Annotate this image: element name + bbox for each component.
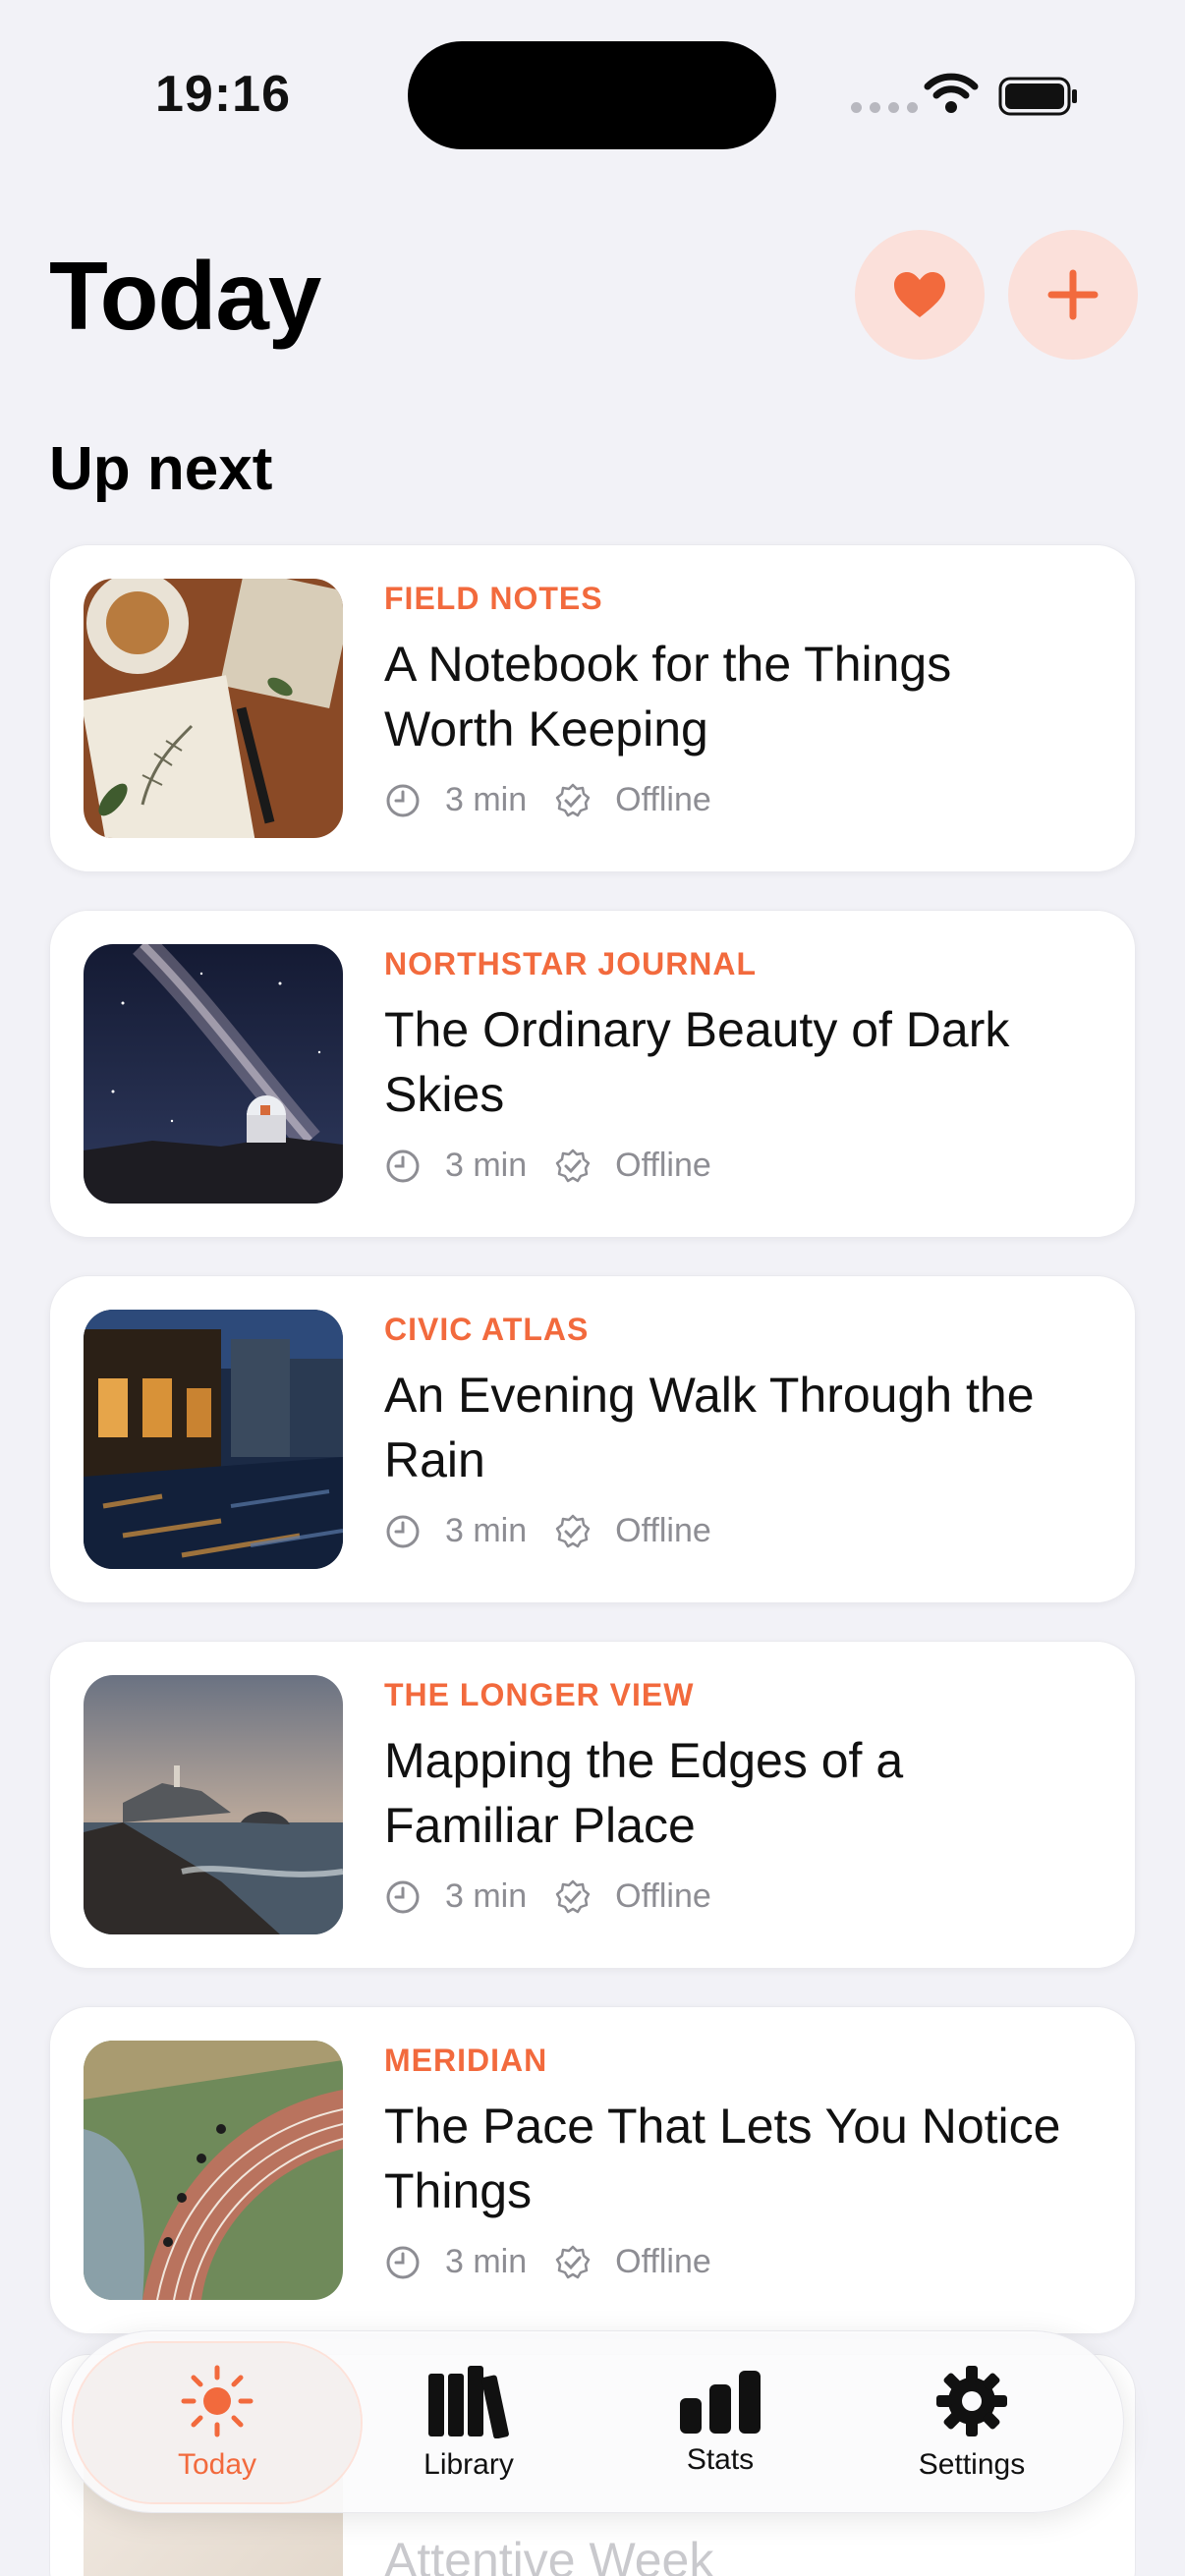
article-title: A Notebook for the Things Worth Keeping (384, 637, 952, 756)
tab-label: Library (423, 2448, 514, 2481)
article-card[interactable]: CIVIC ATLAS An Evening Walk Through the … (49, 1275, 1136, 1603)
article-status: Offline (615, 1147, 711, 1184)
clock-icon (386, 784, 420, 816)
article-thumbnail (84, 944, 343, 1204)
article-title: The Ordinary Beauty of Dark Skies (384, 1002, 1010, 1122)
tab-library[interactable]: Library (325, 2343, 612, 2502)
article-meta: 3 min Offline (384, 1147, 739, 1185)
article-duration: 3 min (445, 1147, 528, 1184)
add-button[interactable] (1008, 230, 1138, 360)
wifi-icon (924, 73, 979, 113)
tab-label: Settings (918, 2448, 1026, 2481)
article-source: FIELD NOTES (384, 581, 603, 616)
article-card[interactable]: MERIDIAN The Pace That Lets You Notice T… (49, 2006, 1136, 2334)
article-card[interactable]: NORTHSTAR JOURNAL The Ordinary Beauty of… (49, 910, 1136, 1238)
article-status: Offline (615, 1877, 711, 1915)
offline-badge-icon (555, 1148, 591, 1182)
article-source: NORTHSTAR JOURNAL (384, 946, 758, 981)
article-title: An Evening Walk Through the Rain (384, 1368, 1035, 1487)
article-thumbnail (84, 2041, 343, 2300)
article-meta: 3 min Offline (384, 1877, 739, 1916)
article-thumbnail (84, 1675, 343, 1934)
article-status: Offline (615, 781, 711, 818)
article-source: THE LONGER VIEW (384, 1677, 695, 1712)
offline-badge-icon (555, 1879, 591, 1913)
cellular-signal-icon (851, 102, 918, 113)
tab-settings[interactable]: Settings (828, 2343, 1115, 2502)
article-duration: 3 min (445, 781, 528, 818)
sun-icon (181, 2365, 254, 2437)
heart-icon (894, 272, 945, 317)
section-title: Up next (49, 435, 273, 503)
plus-icon (1047, 269, 1099, 320)
article-meta: 3 min Offline (384, 1512, 739, 1550)
offline-badge-icon (555, 1514, 591, 1547)
article-duration: 3 min (445, 1877, 528, 1915)
article-meta: 3 min Offline (384, 781, 739, 819)
status-time: 19:16 (155, 66, 291, 123)
clock-icon (386, 2246, 420, 2278)
article-thumbnail (84, 1310, 343, 1569)
article-thumbnail (84, 579, 343, 838)
article-title: The Pace That Lets You Notice Things (384, 2099, 1061, 2218)
article-card[interactable]: FIELD NOTES A Notebook for the Things Wo… (49, 544, 1136, 872)
offline-badge-icon (555, 783, 591, 816)
tab-today[interactable]: Today (74, 2343, 361, 2502)
favorites-button[interactable] (855, 230, 985, 360)
tab-bar: Today Library Stats Settings (61, 2330, 1124, 2513)
page-title: Today (49, 242, 321, 350)
article-title: Attentive Week (384, 2533, 714, 2576)
tab-label: Stats (686, 2443, 755, 2476)
article-meta: 3 min Offline (384, 2243, 739, 2281)
article-duration: 3 min (445, 1512, 528, 1549)
article-duration: 3 min (445, 2243, 528, 2280)
clock-icon (386, 1515, 420, 1547)
article-title: Mapping the Edges of a Familiar Place (384, 1733, 904, 1853)
battery-icon (998, 77, 1077, 116)
bar-chart-icon (680, 2371, 761, 2434)
clock-icon (386, 1149, 420, 1182)
tab-label: Today (177, 2448, 257, 2481)
dynamic-island (408, 41, 776, 149)
clock-icon (386, 1880, 420, 1913)
books-icon (428, 2366, 509, 2438)
article-status: Offline (615, 2243, 711, 2280)
gear-icon (936, 2366, 1007, 2436)
tab-stats[interactable]: Stats (577, 2343, 864, 2502)
article-card[interactable]: THE LONGER VIEW Mapping the Edges of a F… (49, 1641, 1136, 1969)
article-source: CIVIC ATLAS (384, 1312, 590, 1347)
offline-badge-icon (555, 2245, 591, 2278)
article-source: MERIDIAN (384, 2043, 548, 2078)
article-status: Offline (615, 1512, 711, 1549)
